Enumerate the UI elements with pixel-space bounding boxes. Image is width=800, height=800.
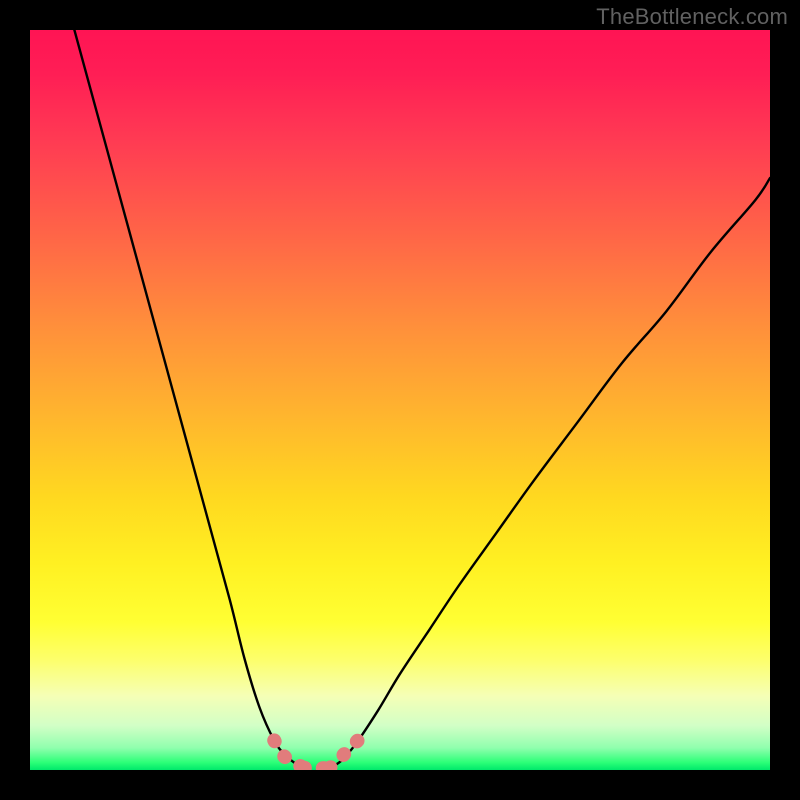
watermark-text: TheBottleneck.com: [596, 4, 788, 30]
plot-area: [30, 30, 770, 770]
curve-right-line: [330, 178, 770, 768]
highlight-right-segment: [330, 739, 360, 768]
curve-left-line: [74, 30, 303, 768]
chart-root: TheBottleneck.com: [0, 0, 800, 800]
plot-svg: [30, 30, 770, 770]
